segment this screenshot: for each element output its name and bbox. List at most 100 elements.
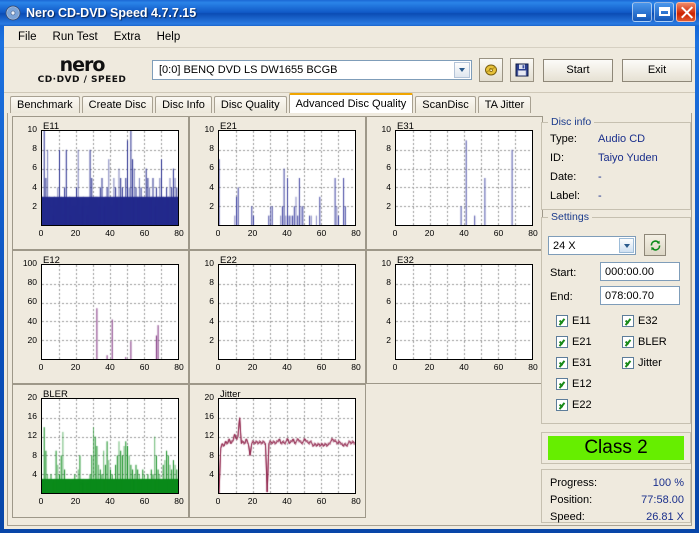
ytick-bler-4: 4	[13, 469, 37, 479]
menu-file[interactable]: File	[10, 29, 45, 45]
ytick-e22-8: 8	[190, 277, 214, 287]
tab-scandisc[interactable]: ScanDisc	[415, 96, 475, 113]
ytick-e32-8: 8	[367, 277, 391, 287]
end-time-input[interactable]: 078:00.70	[600, 286, 680, 305]
plot-area-e31	[395, 130, 533, 226]
check-icon	[556, 357, 568, 369]
disc-label-label: Label:	[550, 190, 580, 202]
chart-cell-e32: E32246810020406080	[366, 250, 543, 384]
minimize-button[interactable]	[632, 2, 652, 22]
xtick-bler-0: 0	[31, 496, 51, 506]
tab-ta-jitter[interactable]: TA Jitter	[478, 96, 532, 113]
plot-area-e21	[218, 130, 356, 226]
charts-grid: E11246810020406080E21246810020406080E312…	[12, 116, 537, 522]
ytick-e11-10: 10	[13, 124, 37, 134]
ytick-jitter-4: 4	[190, 469, 214, 479]
checkbox-e12-label: E12	[572, 378, 592, 390]
eject-disc-button[interactable]	[479, 58, 503, 82]
checkbox-jitter[interactable]: Jitter	[622, 357, 662, 369]
plot-area-e32	[395, 264, 533, 360]
chevron-down-icon[interactable]	[454, 62, 470, 78]
ytick-e12-80: 80	[13, 277, 37, 287]
xtick-e22-0: 0	[208, 362, 228, 372]
disc-info-legend: Disc info	[548, 116, 594, 128]
xtick-e31-20: 20	[420, 228, 440, 238]
ytick-e31-2: 2	[367, 201, 391, 211]
app-window: Nero CD-DVD Speed 4.7.7.15 File Run Test…	[0, 0, 699, 533]
checkbox-e22[interactable]: E22	[556, 399, 592, 411]
xtick-e22-80: 80	[346, 362, 366, 372]
plot-canvas-e31	[396, 131, 532, 225]
ytick-e21-10: 10	[190, 124, 214, 134]
drive-select[interactable]: [0:0] BENQ DVD LS DW1655 BCGB	[152, 60, 472, 80]
ytick-e21-8: 8	[190, 143, 214, 153]
chart-title-e32: E32	[397, 255, 414, 266]
chart-title-e31: E31	[397, 121, 414, 132]
xtick-jitter-0: 0	[208, 496, 228, 506]
start-button[interactable]: Start	[543, 59, 613, 82]
ytick-bler-16: 16	[13, 411, 37, 421]
menu-run-test[interactable]: Run Test	[45, 29, 106, 45]
xtick-e11-0: 0	[31, 228, 51, 238]
chart-cell-bler: BLER48121620020406080	[12, 384, 189, 518]
check-icon	[556, 399, 568, 411]
ytick-e31-4: 4	[367, 182, 391, 192]
xtick-e32-80: 80	[523, 362, 543, 372]
tab-create-disc[interactable]: Create Disc	[82, 96, 153, 113]
checkbox-e22-label: E22	[572, 399, 592, 411]
ytick-e32-4: 4	[367, 316, 391, 326]
ytick-e21-2: 2	[190, 201, 214, 211]
tab-advanced-disc-quality[interactable]: Advanced Disc Quality	[289, 93, 414, 113]
start-time-input[interactable]: 000:00.00	[600, 262, 680, 281]
disc-label-value: -	[598, 190, 602, 202]
plot-canvas-e12	[42, 265, 178, 359]
advanced-disc-quality-panel: E11246810020406080E21246810020406080E312…	[7, 113, 692, 526]
status-speed-label: Speed:	[550, 511, 585, 523]
check-icon	[622, 336, 634, 348]
checkbox-bler[interactable]: BLER	[622, 336, 667, 348]
maximize-button[interactable]	[654, 2, 674, 22]
xtick-e31-0: 0	[385, 228, 405, 238]
save-button[interactable]	[510, 58, 534, 82]
checkbox-e12[interactable]: E12	[556, 378, 592, 390]
xtick-bler-60: 60	[135, 496, 155, 506]
xtick-e22-40: 40	[277, 362, 297, 372]
speed-select[interactable]: 24 X	[548, 236, 636, 255]
checkbox-bler-label: BLER	[638, 336, 667, 348]
checkbox-e31-label: E31	[572, 357, 592, 369]
refresh-button[interactable]	[644, 234, 666, 256]
ytick-e12-40: 40	[13, 316, 37, 326]
xtick-bler-80: 80	[169, 496, 189, 506]
start-time-value: 000:00.00	[605, 266, 654, 278]
xtick-e12-0: 0	[31, 362, 51, 372]
tab-disc-info[interactable]: Disc Info	[155, 96, 212, 113]
xtick-e21-0: 0	[208, 228, 228, 238]
ytick-e22-6: 6	[190, 296, 214, 306]
checkbox-e21[interactable]: E21	[556, 336, 592, 348]
ytick-bler-20: 20	[13, 392, 37, 402]
xtick-jitter-60: 60	[312, 496, 332, 506]
plot-canvas-bler	[42, 399, 178, 493]
tab-benchmark[interactable]: Benchmark	[10, 96, 80, 113]
chart-title-e12: E12	[43, 255, 60, 266]
close-button[interactable]	[676, 2, 696, 22]
menu-help[interactable]: Help	[149, 29, 189, 45]
menu-extra[interactable]: Extra	[106, 29, 149, 45]
chart-cell-e22: E22246810020406080	[189, 250, 366, 384]
chart-cell-e12: E1220406080100020406080	[12, 250, 189, 384]
right-panel: Disc info Type: Audio CD ID: Taiyo Yuden…	[541, 114, 691, 524]
checkbox-e11[interactable]: E11	[556, 315, 591, 327]
disc-id-label: ID:	[550, 152, 564, 164]
client-area: File Run Test Extra Help nero CD·DVD ∕ S…	[4, 26, 695, 529]
checkbox-e31[interactable]: E31	[556, 357, 592, 369]
exit-button[interactable]: Exit	[622, 59, 692, 82]
checkbox-e32[interactable]: E32	[622, 315, 658, 327]
tab-disc-quality[interactable]: Disc Quality	[214, 96, 287, 113]
ytick-e11-8: 8	[13, 143, 37, 153]
chevron-down-icon[interactable]	[619, 238, 634, 253]
status-position-value: 77:58.00	[641, 494, 684, 506]
xtick-e21-20: 20	[243, 228, 263, 238]
xtick-jitter-20: 20	[243, 496, 263, 506]
settings-group: Settings 24 X	[541, 217, 691, 424]
logo-subtitle: CD·DVD ∕ SPEED	[12, 76, 152, 85]
